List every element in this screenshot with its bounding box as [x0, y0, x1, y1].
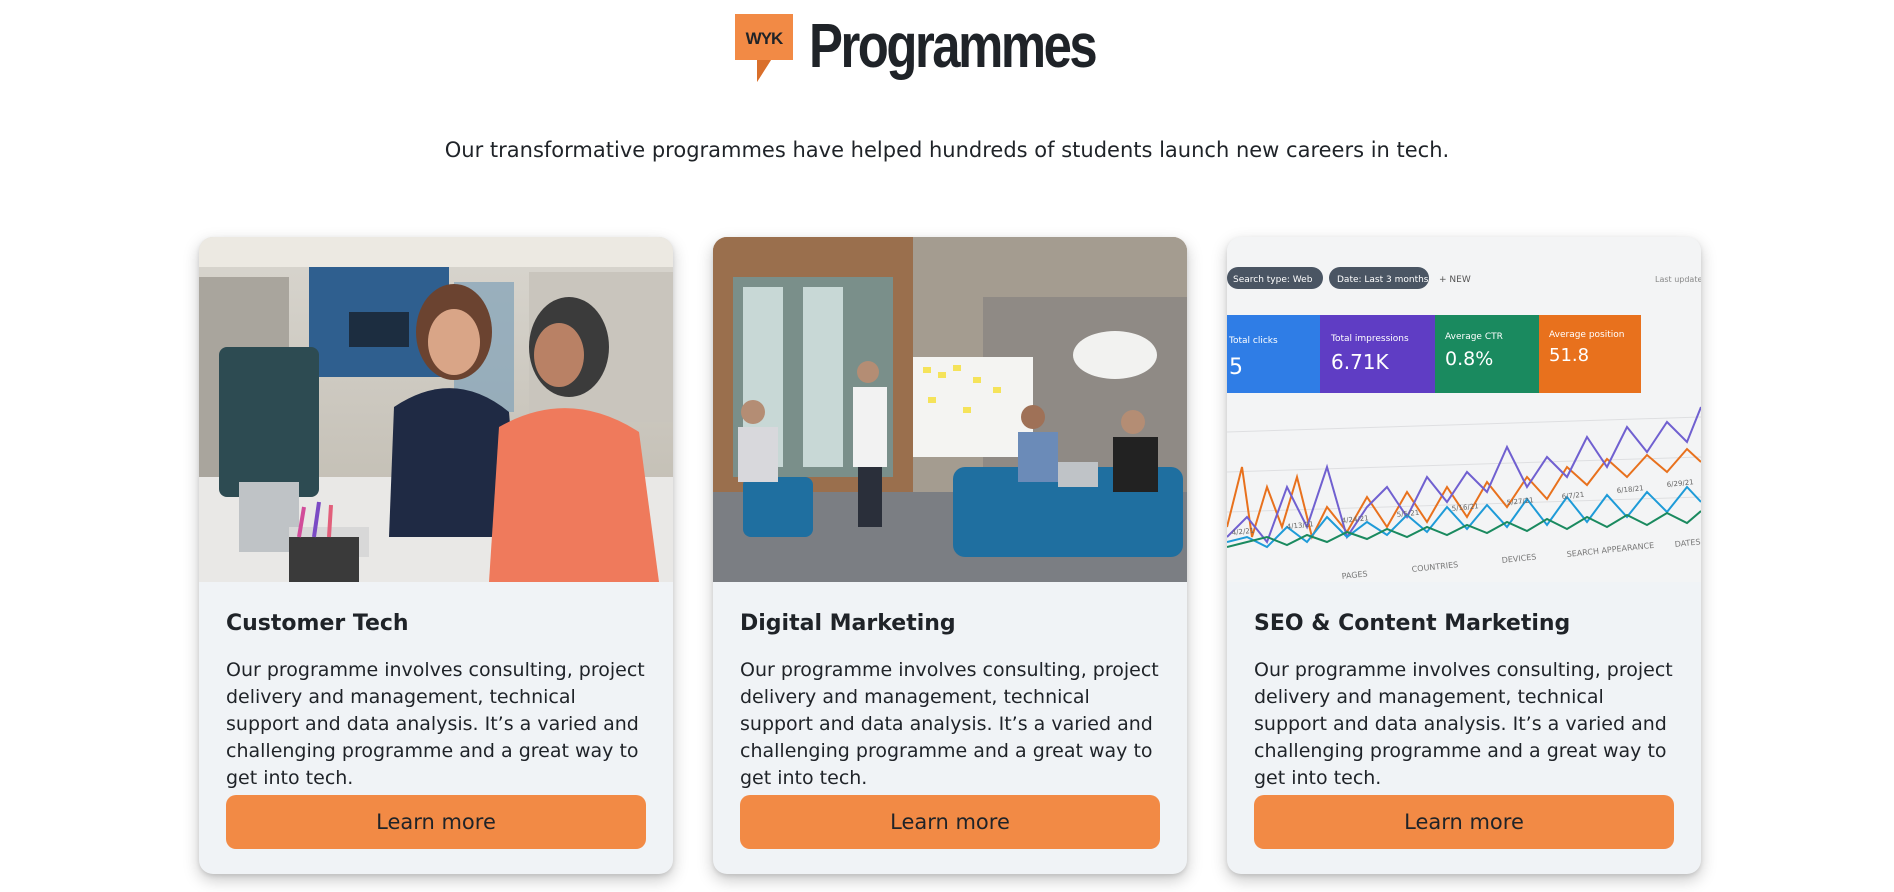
programme-card-customer-tech: Customer Tech Our programme involves con…: [199, 237, 673, 874]
card-title: SEO & Content Marketing: [1254, 611, 1571, 636]
learn-more-button-seo-content-marketing[interactable]: Learn more: [1254, 795, 1674, 849]
card-photo-analytics-dashboard: Search type: Web Date: Last 3 months + N…: [1227, 237, 1701, 582]
card-photo-office-meeting: [199, 237, 673, 582]
metric-value: 51.8: [1549, 345, 1589, 366]
metric-label: Average CTR: [1445, 332, 1503, 342]
metric-value: 0.8%: [1445, 348, 1493, 370]
card-title: Customer Tech: [226, 611, 409, 636]
card-description: Our programme involves consulting, proje…: [740, 659, 1159, 789]
card-title: Digital Marketing: [740, 611, 956, 636]
metric-value: 6.71K: [1331, 350, 1390, 374]
card-description: Our programme involves consulting, proje…: [1254, 659, 1673, 789]
programme-card-digital-marketing: Digital Marketing Our programme involves…: [713, 237, 1187, 874]
metric-label: Total clicks: [1228, 336, 1278, 346]
dashboard-chip: Date: Last 3 months: [1337, 275, 1429, 285]
learn-more-button-customer-tech[interactable]: Learn more: [226, 795, 646, 849]
wyk-logo[interactable]: WYK: [735, 10, 797, 84]
page-header: WYK Programmes: [0, 10, 1894, 90]
card-photo-team-whiteboard: [713, 237, 1187, 582]
metric-label: Total impressions: [1330, 334, 1409, 344]
dashboard-chip: Search type: Web: [1233, 275, 1313, 285]
logo-text: WYK: [746, 29, 784, 48]
learn-more-button-digital-marketing[interactable]: Learn more: [740, 795, 1160, 849]
dashboard-last-updated: Last updated: [1655, 275, 1701, 284]
dashboard-chip: + NEW: [1439, 275, 1471, 285]
programme-cards: Customer Tech Our programme involves con…: [199, 237, 1701, 875]
brand: WYK Programmes: [735, 10, 1158, 84]
page-subtitle: Our transformative programmes have helpe…: [444, 138, 1450, 162]
programme-card-seo-content-marketing: Search type: Web Date: Last 3 months + N…: [1227, 237, 1701, 874]
card-description: Our programme involves consulting, proje…: [226, 659, 645, 789]
metric-label: Average position: [1549, 330, 1624, 340]
metric-value: 5: [1229, 355, 1243, 380]
page-title: Programmes: [809, 12, 1098, 81]
